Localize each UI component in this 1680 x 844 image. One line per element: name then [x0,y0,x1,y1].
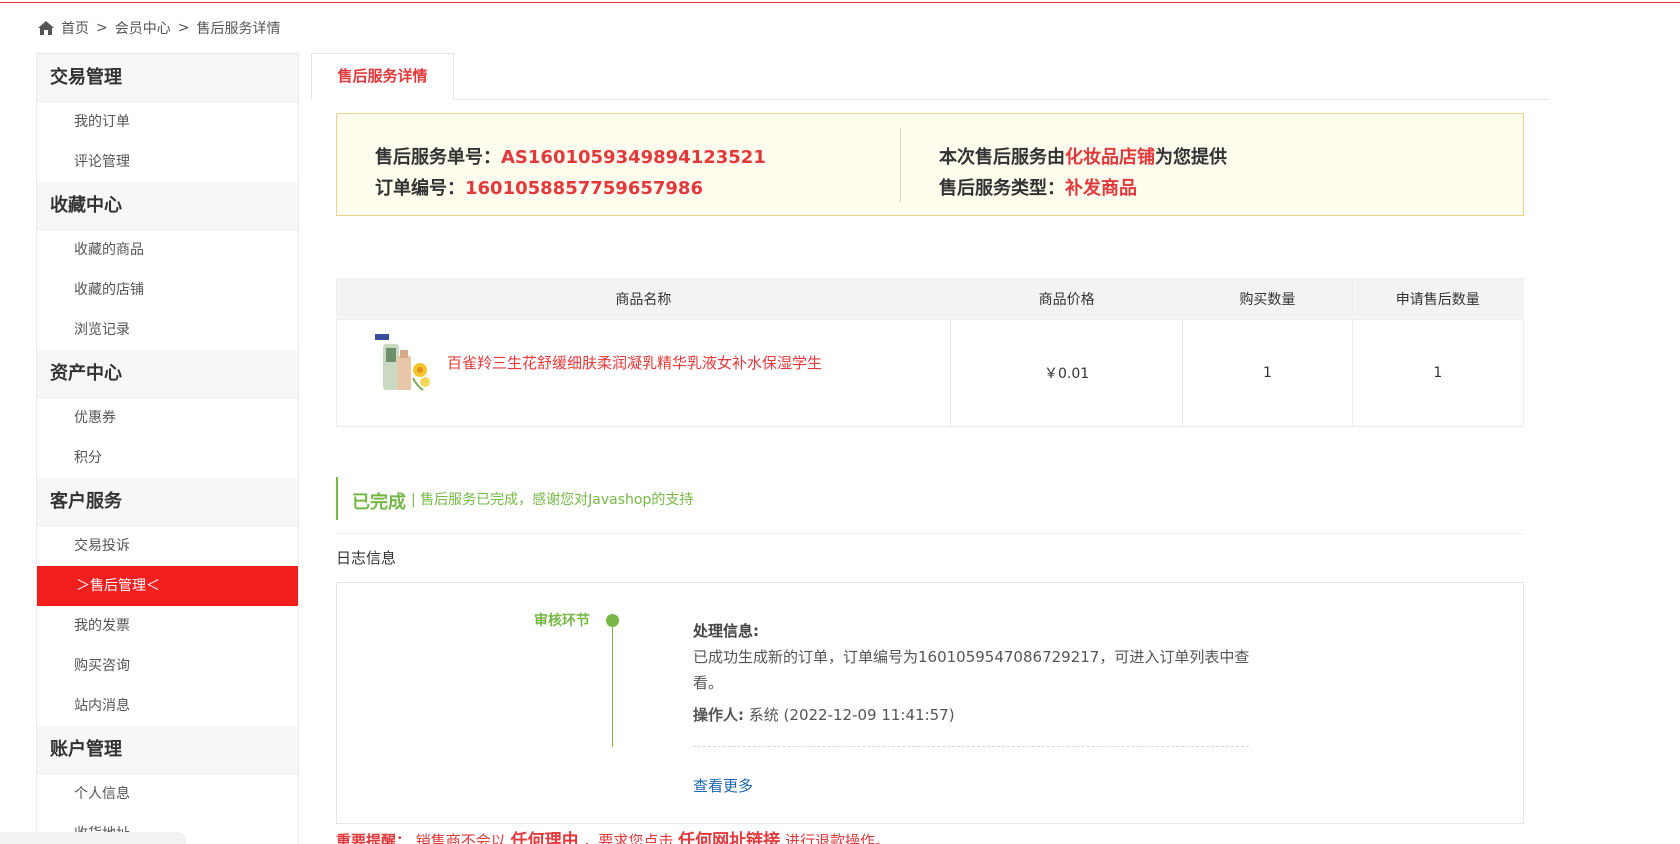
log-content: 处理信息: 已成功生成新的订单，订单编号为1601059547086729217… [693,618,1253,696]
sidebar-group-title: 账户管理 [37,726,298,774]
notice-part3: 进行退款操作。 [784,832,890,844]
timeline-dot [606,614,619,627]
sidebar-item-consult[interactable]: 购买咨询 [37,646,298,686]
status-desc: | 售后服务已完成，感谢您对Javashop的支持 [411,492,694,508]
top-accent-line [0,2,1680,3]
important-notice: 重要提醒： 销售商不会以 任何理由 ，要求您点击 任何网址链接 进行退款操作。 [336,826,890,844]
log-operator-value: 系统 (2022-12-09 11:41:57) [748,706,955,724]
tab-bar: 售后服务详情 [311,53,1549,100]
service-no-label: 售后服务单号： [375,147,501,168]
sidebar-group-title: 资产中心 [37,350,298,398]
log-operator-label: 操作人: [693,706,744,724]
sidebar-item-complaints[interactable]: 交易投诉 [37,526,298,566]
log-operator: 操作人: 系统 (2022-12-09 11:41:57) [693,704,955,725]
tab-after-sales-detail[interactable]: 售后服务详情 [311,53,454,100]
view-more-link[interactable]: 查看更多 [693,775,753,796]
breadcrumb: 首页 > 会员中心 > 售后服务详情 [37,18,280,38]
sidebar-item-points[interactable]: 积分 [37,438,298,478]
breadcrumb-current: 售后服务详情 [196,21,281,37]
sidebar-item-reviews[interactable]: 评论管理 [37,142,298,182]
col-header-apply-qty: 申请售后数量 [1351,278,1525,320]
table-row: 百雀羚三生花舒缓细肤柔润凝乳精华乳液女补水保湿学生 ￥0.01 1 1 [336,319,1525,427]
product-image[interactable] [373,334,433,398]
breadcrumb-separator: > [177,20,190,36]
log-content-label: 处理信息: [693,622,759,640]
order-no: 1601058857759657986 [465,178,703,199]
product-qty: 1 [1182,319,1353,427]
sidebar-group-title: 客户服务 [37,478,298,526]
home-icon[interactable] [37,20,55,36]
product-price: ￥0.01 [949,319,1184,427]
sidebar-item-my-orders[interactable]: 我的订单 [37,102,298,142]
sidebar-item-fav-shops[interactable]: 收藏的店铺 [37,270,298,310]
status-bar: 已完成 | 售后服务已完成，感谢您对Javashop的支持 [336,477,1524,534]
notice-part2: ，要求您点击 [583,832,674,844]
col-header-price: 商品价格 [949,278,1184,320]
breadcrumb-home[interactable]: 首页 [61,18,89,38]
goods-table: 商品名称 商品价格 购买数量 申请售后数量 百雀羚三生花舒缓细肤柔润凝乳精华乳液… [336,278,1525,427]
breadcrumb-member-center[interactable]: 会员中心 [115,18,171,38]
sidebar-item-invoices[interactable]: 我的发票 [37,606,298,646]
status-marker [336,477,338,520]
service-provider: 本次售后服务由化妆品店铺为您提供 售后服务类型：补发商品 [939,142,1227,204]
provider-prefix: 本次售后服务由 [939,147,1065,168]
info-divider [900,128,901,202]
log-box: 审核环节 处理信息: 已成功生成新的订单，订单编号为16010595470867… [336,582,1524,824]
status-url-tooltip [0,832,186,844]
sidebar-item-profile[interactable]: 个人信息 [37,774,298,814]
status-title: 已完成 [352,492,406,513]
col-header-name: 商品名称 [336,278,951,320]
log-section-title: 日志信息 [336,549,397,567]
sidebar-group-title: 收藏中心 [37,182,298,230]
provider-shop[interactable]: 化妆品店铺 [1065,147,1155,168]
notice-emphasis1: 任何理由 [510,831,579,844]
log-step-label: 审核环节 [534,613,590,629]
sidebar-item-fav-goods[interactable]: 收藏的商品 [37,230,298,270]
service-type-label: 售后服务类型： [939,178,1065,199]
col-header-qty: 购买数量 [1182,278,1353,320]
notice-part1: 销售商不会以 [415,832,506,844]
sidebar-group-title: 交易管理 [37,54,298,102]
sidebar-item-coupons[interactable]: 优惠券 [37,398,298,438]
breadcrumb-separator: > [96,20,108,36]
product-name-link[interactable]: 百雀羚三生花舒缓细肤柔润凝乳精华乳液女补水保湿学生 [447,352,822,373]
provider-suffix: 为您提供 [1155,147,1227,168]
goods-cell: 百雀羚三生花舒缓细肤柔润凝乳精华乳液女补水保湿学生 [336,319,951,427]
timeline-line [612,627,613,747]
order-no-label: 订单编号： [375,178,465,199]
notice-emphasis2: 任何网址链接 [678,831,781,844]
log-divider [693,746,1249,747]
sidebar-item-after-sales[interactable]: ＞售后管理＜ [37,566,298,606]
product-apply-qty: 1 [1351,319,1525,427]
notice-label: 重要提醒： [336,832,412,844]
sidebar-item-history[interactable]: 浏览记录 [37,310,298,350]
service-type: 补发商品 [1065,178,1137,199]
log-content-text: 已成功生成新的订单，订单编号为1601059547086729217，可进入订单… [693,648,1250,692]
service-ids: 售后服务单号：AS1601059349894123521 订单编号：160105… [375,142,766,204]
sidebar: 交易管理 我的订单 评论管理 收藏中心 收藏的商品 收藏的店铺 浏览记录 资产中… [36,53,299,844]
service-no: AS1601059349894123521 [501,147,766,168]
sidebar-item-messages[interactable]: 站内消息 [37,686,298,726]
service-info-box: 售后服务单号：AS1601059349894123521 订单编号：160105… [336,113,1524,216]
